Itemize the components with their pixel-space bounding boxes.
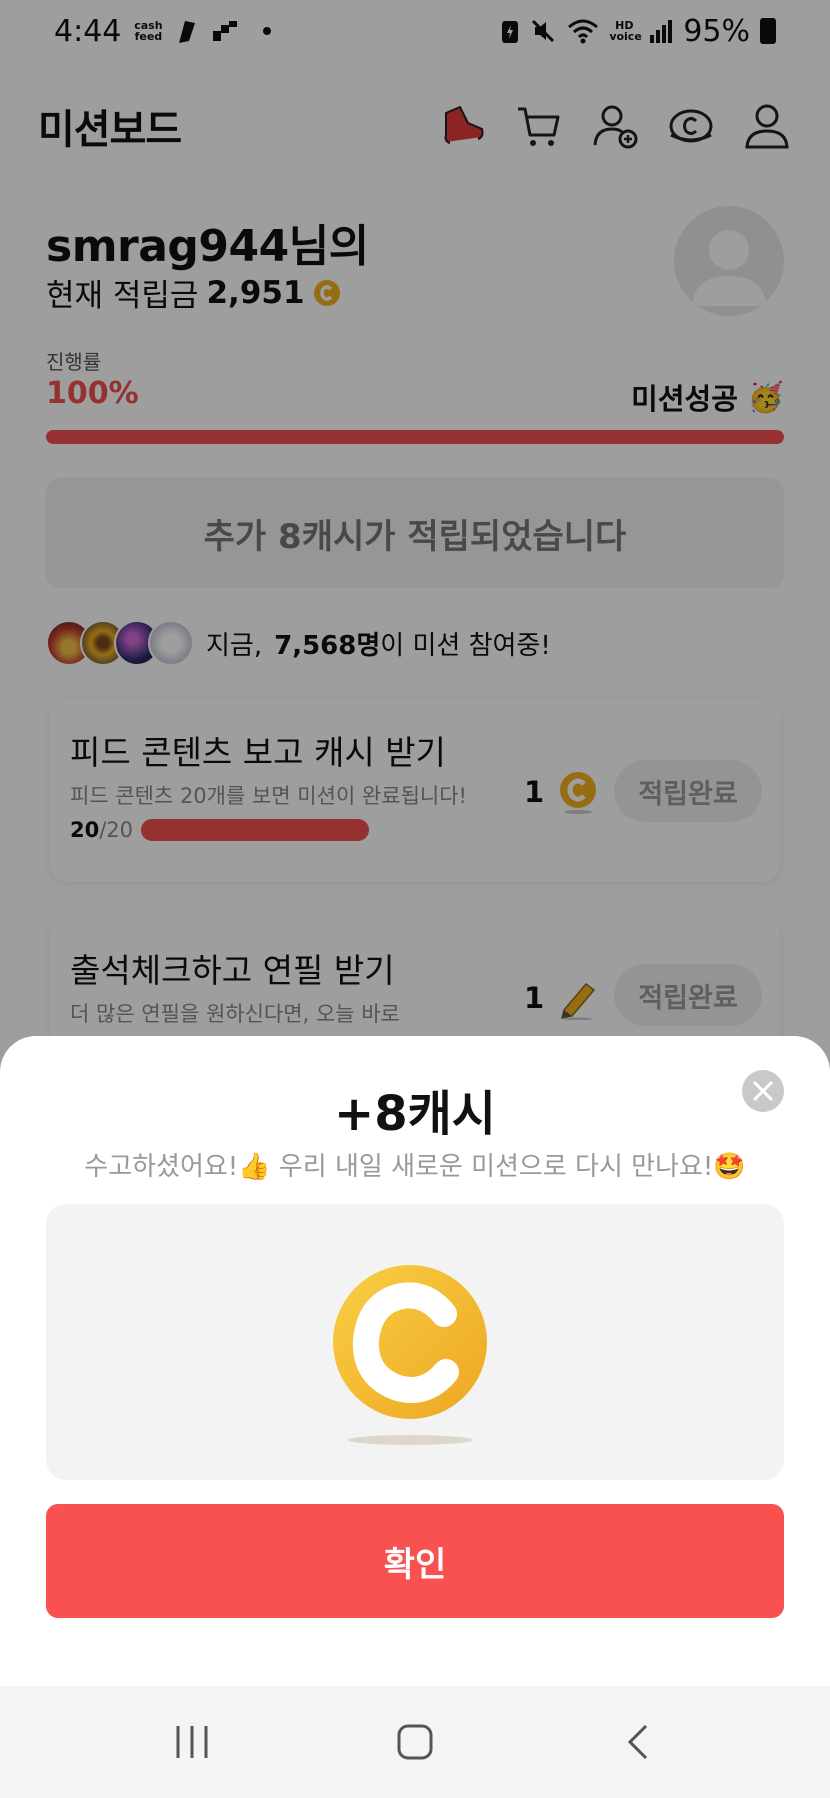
big-coin-icon <box>333 1265 487 1445</box>
home-icon <box>397 1724 433 1760</box>
reward-title: +8캐시 <box>334 1086 496 1142</box>
reward-bottom-sheet: +8캐시 수고하셨어요!👍 우리 내일 새로운 미션으로 다시 만나요!🤩 확인 <box>0 1036 830 1686</box>
recent-apps-icon <box>176 1726 208 1758</box>
home-button[interactable] <box>385 1712 445 1772</box>
system-navigation-bar <box>0 1686 830 1798</box>
close-icon <box>753 1081 773 1101</box>
recent-apps-button[interactable] <box>162 1712 222 1772</box>
back-icon <box>628 1724 648 1760</box>
close-button[interactable] <box>742 1070 784 1112</box>
coin-illustration <box>46 1204 784 1480</box>
confirm-button[interactable]: 확인 <box>46 1504 784 1618</box>
reward-message: 수고하셨어요!👍 우리 내일 새로운 미션으로 다시 만나요!🤩 <box>84 1152 746 1182</box>
back-button[interactable] <box>608 1712 668 1772</box>
